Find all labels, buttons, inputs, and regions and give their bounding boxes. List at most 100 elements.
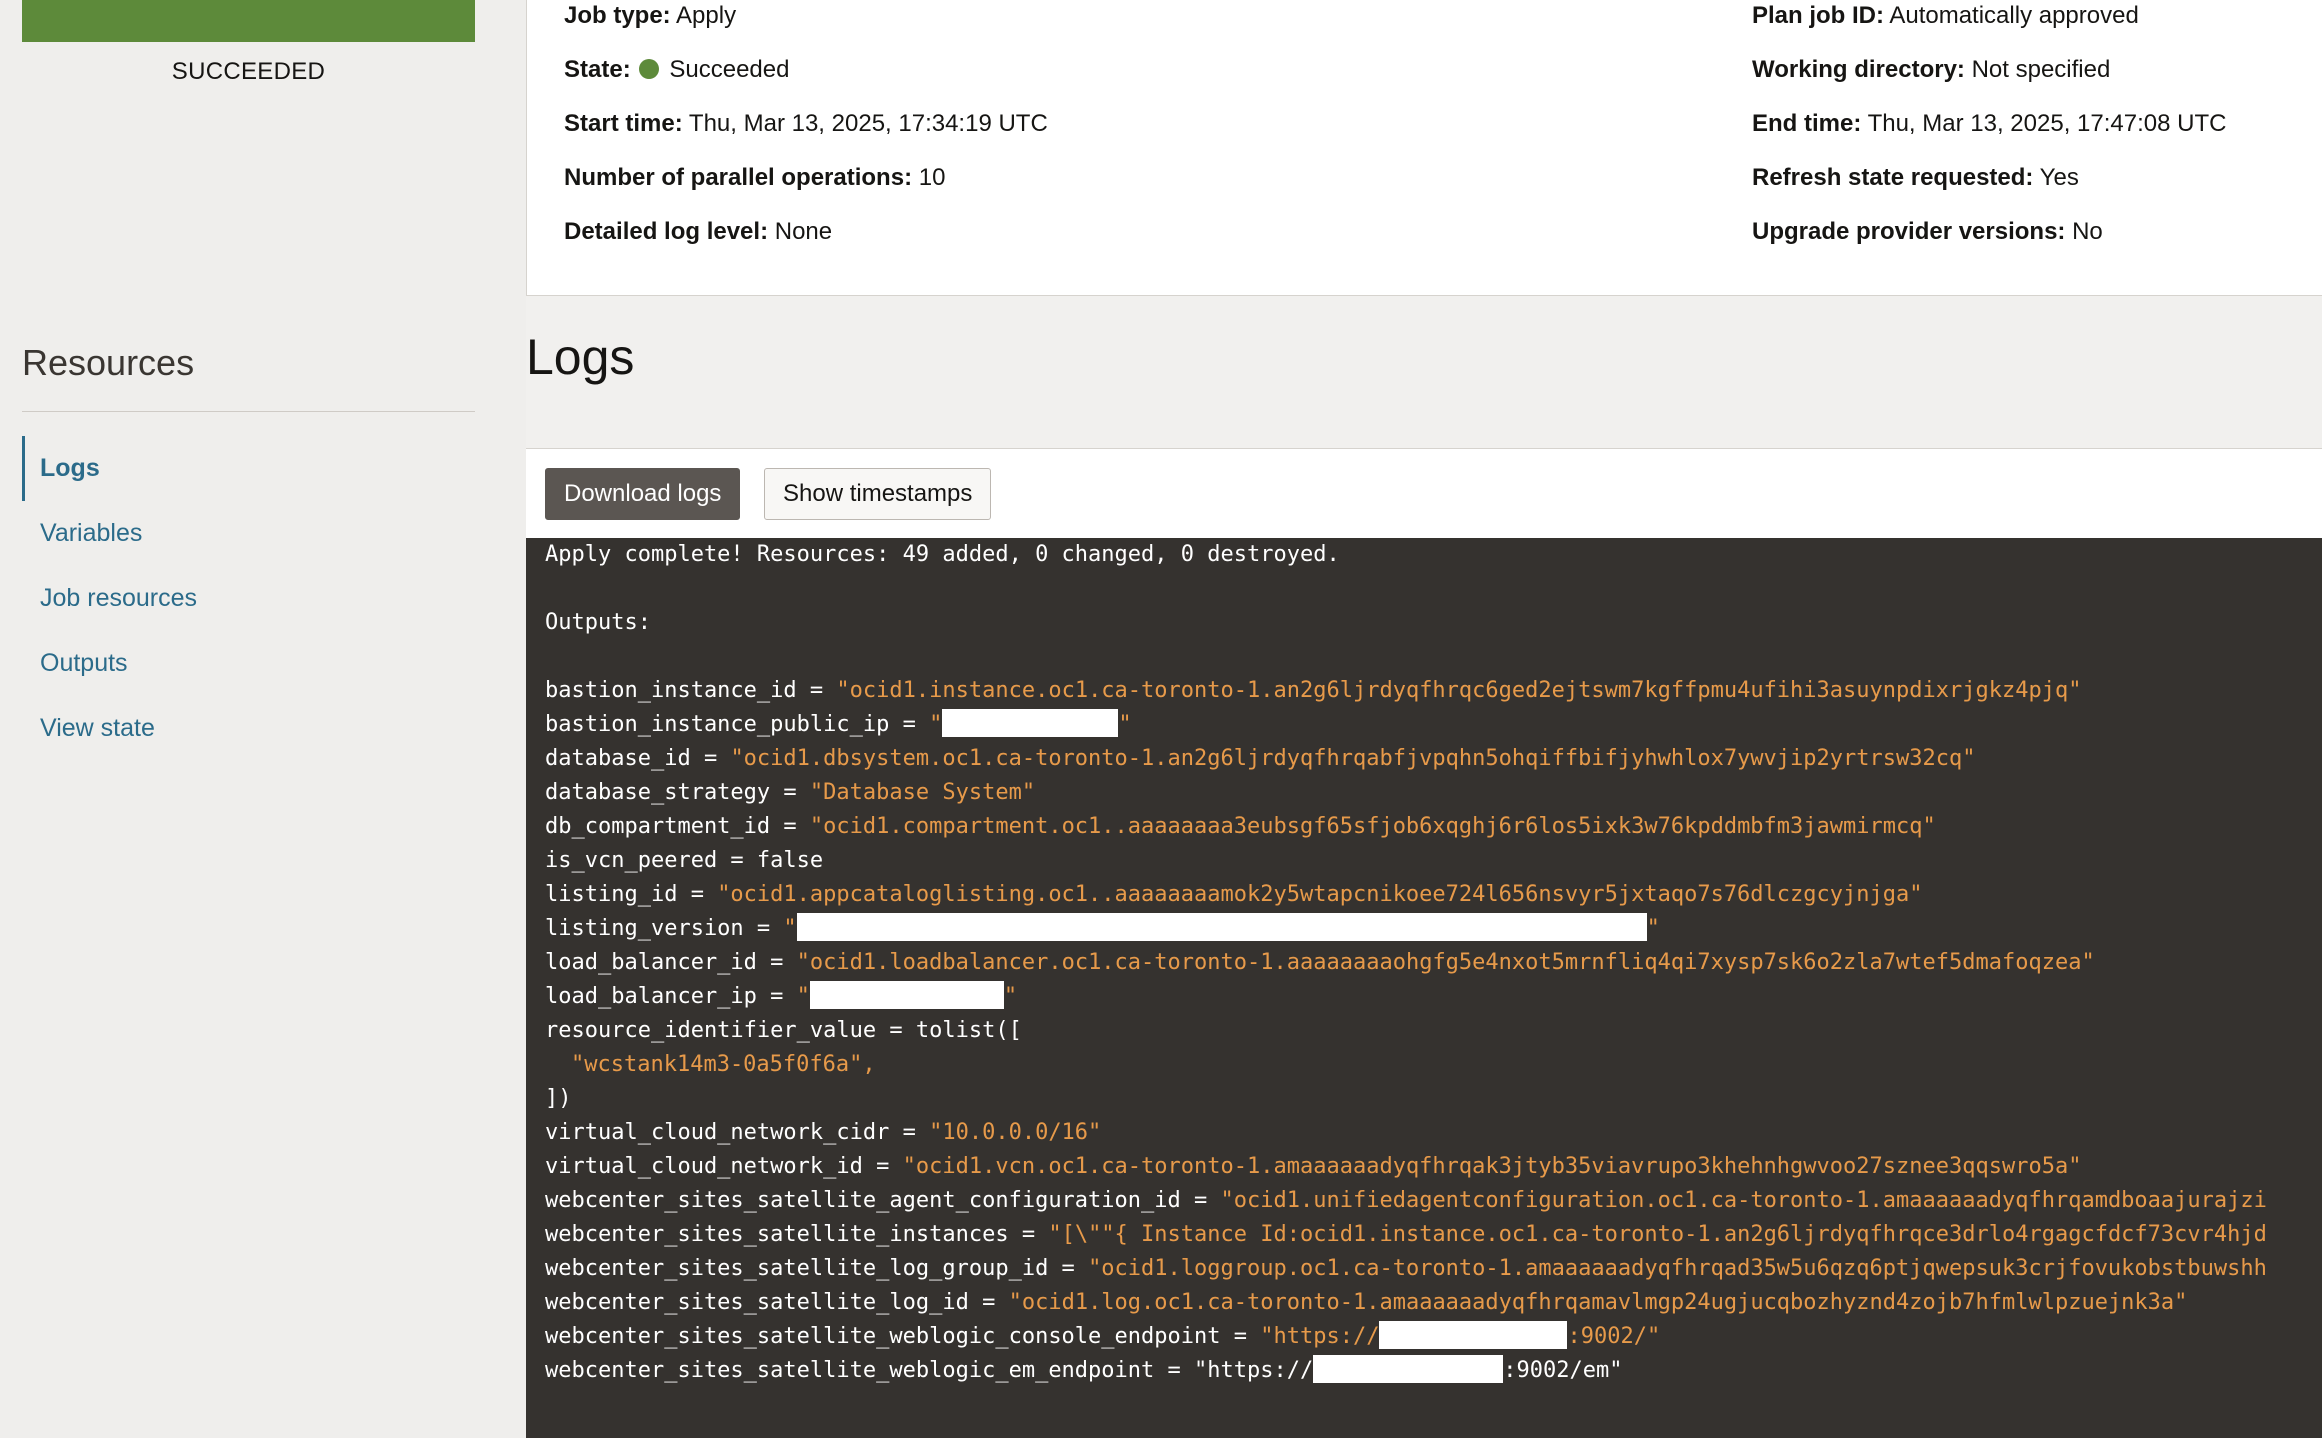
log-value-open: " xyxy=(929,712,943,737)
resources-nav: Logs Variables Job resources Outputs Vie… xyxy=(22,436,475,761)
log-value: "ocid1.loadbalancer.oc1.ca-toronto-1.aaa… xyxy=(796,950,2095,975)
redacted-block xyxy=(942,709,1119,737)
log-key: bastion_instance_id = xyxy=(545,678,837,703)
start-time-value: Thu, Mar 13, 2025, 17:34:19 UTC xyxy=(688,110,1048,137)
redacted-block xyxy=(809,981,1004,1009)
log-value: "10.0.0.0/16" xyxy=(929,1120,1102,1145)
log-value: "ocid1.dbsystem.oc1.ca-toronto-1.an2g6lj… xyxy=(730,746,1976,771)
state-success-icon xyxy=(639,59,660,79)
log-value: "ocid1.vcn.oc1.ca-toronto-1.amaaaaaadyqf… xyxy=(902,1154,2082,1179)
logs-toolbar: Download logs Show timestamps xyxy=(526,448,2322,538)
log-line-listing-id: listing_id = "ocid1.appcataloglisting.oc… xyxy=(545,878,1923,912)
log-line-db-compartment-id: db_compartment_id = "ocid1.compartment.o… xyxy=(545,810,1936,844)
log-value: "[\""{ Instance Id:ocid1.instance.oc1.ca… xyxy=(1048,1222,2267,1247)
show-timestamps-button[interactable]: Show timestamps xyxy=(764,468,992,520)
log-line-apply-complete: Apply complete! Resources: 49 added, 0 c… xyxy=(545,542,1340,567)
resources-nav-variables[interactable]: Variables xyxy=(22,501,475,566)
log-line-log-id: webcenter_sites_satellite_log_id = "ocid… xyxy=(545,1286,2187,1320)
plan-job-id-field: Plan job ID: Automatically approved xyxy=(1752,2,2139,30)
log-key: load_balancer_id = xyxy=(545,950,797,975)
upgrade-provider-label: Upgrade provider versions: xyxy=(1752,218,2066,245)
log-key: webcenter_sites_satellite_log_group_id = xyxy=(545,1256,1089,1281)
log-value-close: " xyxy=(1003,984,1018,1009)
log-value-close: :9002/em" xyxy=(1503,1358,1623,1383)
plan-job-id-value: Automatically approved xyxy=(1889,2,2139,29)
log-line-resource-identifier-open: resource_identifier_value = tolist([ xyxy=(545,1018,1022,1043)
resources-nav-logs[interactable]: Logs xyxy=(22,436,475,501)
resources-nav-outputs[interactable]: Outputs xyxy=(22,631,475,696)
redacted-block xyxy=(1379,1321,1568,1349)
log-value: "ocid1.appcataloglisting.oc1..aaaaaaaamo… xyxy=(717,882,1923,907)
status-color-bar xyxy=(22,0,475,42)
logs-heading: Logs xyxy=(526,329,635,385)
log-line-bastion-instance-id: bastion_instance_id = "ocid1.instance.oc… xyxy=(545,674,2081,708)
log-line-vcn-cidr: virtual_cloud_network_cidr = "10.0.0.0/1… xyxy=(545,1116,1101,1150)
state-field: State: Succeeded xyxy=(564,56,789,84)
log-key: webcenter_sites_satellite_log_id = xyxy=(545,1290,1009,1315)
log-value: "ocid1.loggroup.oc1.ca-toronto-1.amaaaaa… xyxy=(1088,1256,2267,1281)
log-value: "ocid1.compartment.oc1..aaaaaaaa3eubsgf6… xyxy=(809,814,1936,839)
parallel-operations-field: Number of parallel operations: 10 xyxy=(564,164,945,192)
log-line-em-endpoint: webcenter_sites_satellite_weblogic_em_en… xyxy=(545,1354,1622,1388)
download-logs-button[interactable]: Download logs xyxy=(545,468,741,520)
parallel-operations-label: Number of parallel operations: xyxy=(564,164,913,191)
log-key: database_id = xyxy=(545,746,731,771)
log-value: "ocid1.log.oc1.ca-toronto-1.amaaaaaadyqf… xyxy=(1008,1290,2188,1315)
log-line-log-group-id: webcenter_sites_satellite_log_group_id =… xyxy=(545,1252,2267,1286)
resources-nav-job-resources[interactable]: Job resources xyxy=(22,566,475,631)
job-type-value: Apply xyxy=(676,2,737,29)
state-label: State: xyxy=(564,56,631,83)
log-value-open: " xyxy=(796,984,810,1009)
job-status-label: SUCCEEDED xyxy=(171,58,326,85)
log-value: "ocid1.unifiedagentconfiguration.oc1.ca-… xyxy=(1220,1188,2267,1213)
log-key: webcenter_sites_satellite_weblogic_conso… xyxy=(545,1324,1261,1349)
log-line-bastion-instance-public-ip: bastion_instance_public_ip = " " xyxy=(545,708,1132,742)
upgrade-provider-value: No xyxy=(2072,218,2103,245)
parallel-operations-value: 10 xyxy=(918,164,946,191)
log-value-open: "https:// xyxy=(1260,1324,1380,1349)
resources-nav-view-state[interactable]: View state xyxy=(22,696,475,761)
refresh-state-label: Refresh state requested: xyxy=(1752,164,2034,191)
log-line-load-balancer-id: load_balancer_id = "ocid1.loadbalancer.o… xyxy=(545,946,2095,980)
log-level-field: Detailed log level: None xyxy=(564,218,832,246)
log-value-close: :9002/" xyxy=(1567,1324,1661,1349)
resources-divider xyxy=(22,411,475,412)
log-level-label: Detailed log level: xyxy=(564,218,769,245)
start-time-label: Start time: xyxy=(564,110,683,137)
end-time-field: End time: Thu, Mar 13, 2025, 17:47:08 UT… xyxy=(1752,110,2226,138)
log-console[interactable]: Apply complete! Resources: 49 added, 0 c… xyxy=(526,538,2322,1438)
log-line-resource-identifier-close: ]) xyxy=(545,1086,572,1111)
working-directory-field: Working directory: Not specified xyxy=(1752,56,2110,84)
log-key: virtual_cloud_network_id = xyxy=(545,1154,903,1179)
log-line-instances: webcenter_sites_satellite_instances = "[… xyxy=(545,1218,2267,1252)
log-line-database-strategy: database_strategy = "Database System" xyxy=(545,776,1035,810)
log-key: load_balancer_ip = xyxy=(545,984,797,1009)
refresh-state-field: Refresh state requested: Yes xyxy=(1752,164,2079,192)
log-line-vcn-id: virtual_cloud_network_id = "ocid1.vcn.oc… xyxy=(545,1150,2081,1184)
working-directory-label: Working directory: xyxy=(1752,56,1965,83)
left-rail: SUCCEEDED Resources Logs Variables Job r… xyxy=(0,0,526,1438)
log-key: virtual_cloud_network_cidr = xyxy=(545,1120,930,1145)
log-line-console-endpoint: webcenter_sites_satellite_weblogic_conso… xyxy=(545,1320,1660,1354)
log-key: database_strategy = xyxy=(545,780,810,805)
log-value: "Database System" xyxy=(809,780,1036,805)
log-key: listing_version = xyxy=(545,916,784,941)
job-type-label: Job type: xyxy=(564,2,671,29)
log-value-close: " xyxy=(1646,916,1660,941)
log-level-value: None xyxy=(774,218,833,245)
log-line-is-vcn-peered: is_vcn_peered = false xyxy=(545,848,824,873)
log-line-load-balancer-ip: load_balancer_ip = " " xyxy=(545,980,1017,1014)
log-key: webcenter_sites_satellite_instances = xyxy=(545,1222,1049,1247)
log-line-listing-version: listing_version = " " xyxy=(545,912,1660,946)
redacted-block xyxy=(796,913,1647,941)
log-key: webcenter_sites_satellite_weblogic_em_en… xyxy=(545,1358,1195,1383)
log-line-resource-identifier-item: "wcstank14m3-0a5f0f6a", xyxy=(571,1052,876,1077)
log-value-close: " xyxy=(1118,712,1132,737)
resources-title: Resources xyxy=(22,342,195,383)
redacted-block xyxy=(1313,1355,1504,1383)
log-key: bastion_instance_public_ip = xyxy=(545,712,930,737)
state-value: Succeeded xyxy=(669,56,790,83)
log-line-agent-configuration-id: webcenter_sites_satellite_agent_configur… xyxy=(545,1184,2267,1218)
log-value: "ocid1.instance.oc1.ca-toronto-1.an2g6lj… xyxy=(836,678,2082,703)
start-time-field: Start time: Thu, Mar 13, 2025, 17:34:19 … xyxy=(564,110,1048,138)
